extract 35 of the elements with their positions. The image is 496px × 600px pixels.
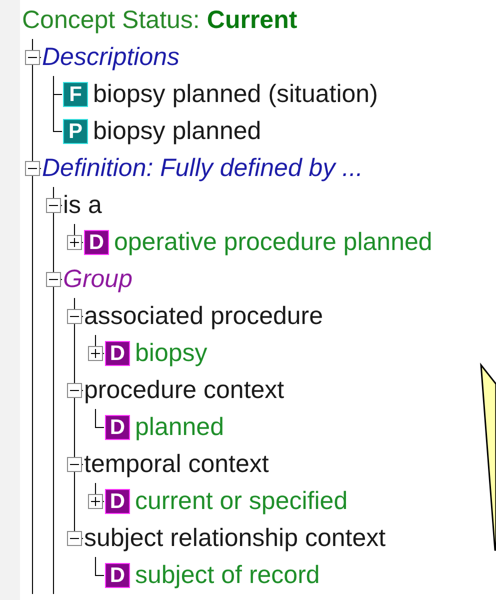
concept-link[interactable]: operative procedure planned (114, 224, 432, 261)
collapse-icon[interactable] (25, 161, 40, 176)
collapse-icon[interactable] (67, 531, 82, 546)
type-badge: F (63, 82, 88, 107)
tree-label: is a (63, 190, 102, 221)
type-badge: D (105, 489, 130, 514)
expand-icon[interactable] (67, 235, 82, 250)
collapse-icon[interactable] (46, 198, 61, 213)
tree-label: temporal context (84, 449, 269, 480)
status-label: Concept Status: (22, 5, 200, 36)
collapse-icon[interactable] (67, 457, 82, 472)
tree-label: Descriptions (42, 42, 180, 73)
tree-label: procedure context (84, 375, 284, 406)
type-badge: D (84, 230, 109, 255)
description-text: biopsy planned (93, 116, 262, 147)
expand-icon[interactable] (88, 494, 103, 509)
type-badge: D (105, 341, 130, 366)
tree-label: Definition: Fully defined by ... (42, 153, 363, 184)
status-value: Current (206, 5, 298, 36)
concept-link[interactable]: planned (135, 409, 224, 446)
collapse-icon[interactable] (67, 309, 82, 324)
tree-label: Group (63, 264, 132, 295)
tree-label: subject relationship context (84, 523, 386, 554)
description-text: biopsy planned (situation) (93, 79, 378, 110)
collapse-icon[interactable] (25, 50, 40, 65)
tree-label: associated procedure (84, 301, 324, 332)
expand-icon[interactable] (88, 346, 103, 361)
collapse-icon[interactable] (67, 383, 82, 398)
type-badge: P (63, 119, 88, 144)
concept-link[interactable]: subject of record (135, 557, 320, 594)
concept-link[interactable]: current or specified (135, 483, 348, 520)
type-badge: D (105, 415, 130, 440)
concept-link[interactable]: biopsy (135, 335, 208, 372)
collapse-icon[interactable] (46, 272, 61, 287)
type-badge: D (105, 563, 130, 588)
